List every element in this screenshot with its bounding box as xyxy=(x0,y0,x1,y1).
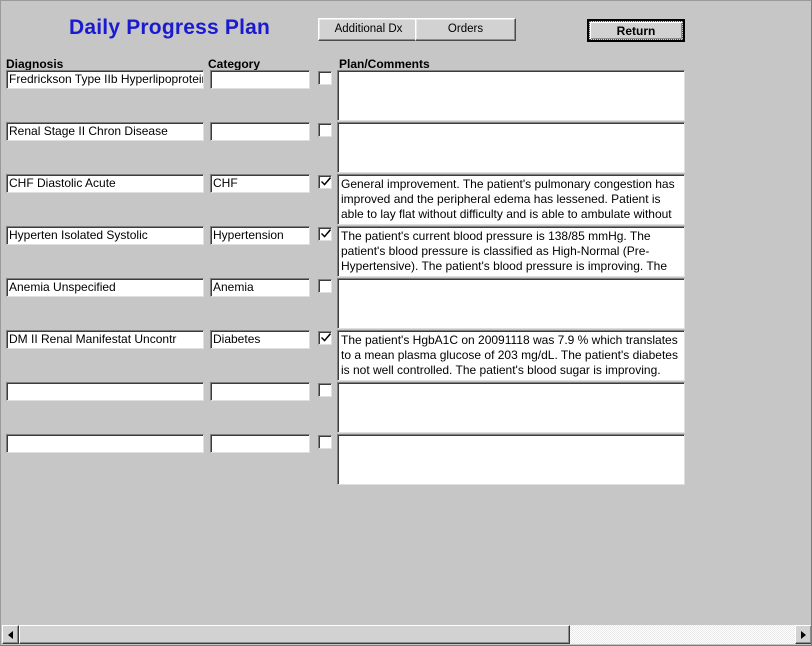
scrollbar-thumb[interactable] xyxy=(19,625,570,644)
column-header-plan: Plan/Comments xyxy=(339,57,430,71)
return-button[interactable]: Return xyxy=(587,19,685,42)
diagnosis-input[interactable]: CHF Diastolic Acute xyxy=(6,174,204,193)
category-input[interactable]: CHF xyxy=(210,174,310,193)
table-row: CHF Diastolic Acute CHF General improveme… xyxy=(1,174,811,226)
table-row xyxy=(1,434,811,486)
table-row xyxy=(1,382,811,434)
orders-button[interactable]: Orders xyxy=(415,18,516,41)
diagnosis-input[interactable]: Anemia Unspecified xyxy=(6,278,204,297)
return-button-label: Return xyxy=(589,21,683,40)
page-title: Daily Progress Plan xyxy=(69,16,271,39)
additional-dx-button[interactable]: Additional Dx xyxy=(318,18,419,41)
horizontal-scrollbar[interactable] xyxy=(2,625,811,644)
diagnosis-rows-area: Fredrickson Type IIb Hyperlipoproteinem R… xyxy=(1,70,811,490)
category-input[interactable]: Anemia xyxy=(210,278,310,297)
form-surface: Daily Progress Plan Additional Dx Orders… xyxy=(1,1,811,623)
row-select-checkbox[interactable] xyxy=(318,435,332,449)
category-input[interactable] xyxy=(210,434,310,453)
row-select-checkbox[interactable] xyxy=(318,71,332,85)
diagnosis-input[interactable] xyxy=(6,434,204,453)
category-input[interactable] xyxy=(210,70,310,89)
plan-comments-textarea[interactable] xyxy=(337,278,685,329)
scroll-left-arrow-icon[interactable] xyxy=(2,625,19,644)
table-row: Anemia Unspecified Anemia xyxy=(1,278,811,330)
plan-comments-textarea[interactable] xyxy=(337,70,685,121)
plan-comments-textarea[interactable]: General improvement. The patient's pulmo… xyxy=(337,174,685,225)
category-input[interactable]: Hypertension xyxy=(210,226,310,245)
table-row: DM II Renal Manifestat Uncontr Diabetes T… xyxy=(1,330,811,382)
diagnosis-input[interactable]: Renal Stage II Chron Disease xyxy=(6,122,204,141)
table-row: Hyperten Isolated Systolic Hypertension T… xyxy=(1,226,811,278)
row-select-checkbox[interactable] xyxy=(318,227,332,241)
application-window: Daily Progress Plan Additional Dx Orders… xyxy=(0,0,812,646)
column-header-diagnosis: Diagnosis xyxy=(6,57,64,71)
scrollbar-track[interactable] xyxy=(19,625,795,644)
row-select-checkbox[interactable] xyxy=(318,383,332,397)
plan-comments-textarea[interactable] xyxy=(337,122,685,173)
plan-comments-textarea[interactable]: The patient's current blood pressure is … xyxy=(337,226,685,277)
category-input[interactable] xyxy=(210,122,310,141)
row-select-checkbox[interactable] xyxy=(318,123,332,137)
column-header-category: Category xyxy=(208,57,261,71)
category-input[interactable]: Diabetes xyxy=(210,330,310,349)
row-select-checkbox[interactable] xyxy=(318,279,332,293)
table-row: Renal Stage II Chron Disease xyxy=(1,122,811,174)
table-row: Fredrickson Type IIb Hyperlipoproteinem xyxy=(1,70,811,122)
diagnosis-input[interactable] xyxy=(6,382,204,401)
diagnosis-input[interactable]: Hyperten Isolated Systolic xyxy=(6,226,204,245)
scroll-right-arrow-icon[interactable] xyxy=(795,625,811,644)
diagnosis-input[interactable]: Fredrickson Type IIb Hyperlipoproteinem xyxy=(6,70,204,89)
plan-comments-textarea[interactable]: The patient's HgbA1C on 20091118 was 7.9… xyxy=(337,330,685,381)
category-input[interactable] xyxy=(210,382,310,401)
plan-comments-textarea[interactable] xyxy=(337,382,685,433)
row-select-checkbox[interactable] xyxy=(318,175,332,189)
row-select-checkbox[interactable] xyxy=(318,331,332,345)
plan-comments-textarea[interactable] xyxy=(337,434,685,485)
status-strip xyxy=(1,606,811,623)
diagnosis-input[interactable]: DM II Renal Manifestat Uncontr xyxy=(6,330,204,349)
